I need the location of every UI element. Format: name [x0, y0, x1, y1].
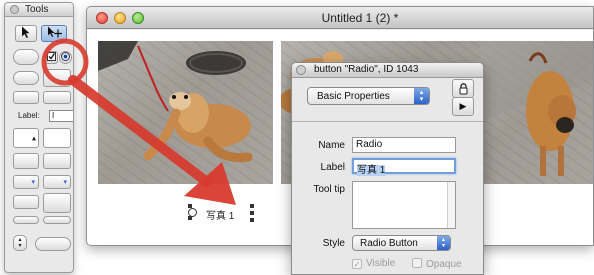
visible-label: Visible: [366, 258, 396, 269]
selection-handle[interactable]: [188, 216, 192, 220]
dog-photo-1[interactable]: [98, 41, 273, 184]
divider: [292, 121, 483, 122]
label-field[interactable]: 写真 1: [352, 158, 456, 176]
progress-bar-tool[interactable]: [13, 216, 39, 224]
opaque-checkbox[interactable]: Opaque: [412, 258, 462, 270]
inspector-close-button[interactable]: [296, 65, 306, 75]
photo-scene: [480, 41, 593, 176]
empty-checkbox-icon: [412, 258, 422, 268]
selection-handle[interactable]: [250, 204, 254, 208]
style-label: Style: [322, 238, 345, 249]
cursor-arrow-icon: [16, 26, 36, 41]
edit-tool[interactable]: [41, 25, 67, 42]
selection-handle[interactable]: [250, 211, 254, 215]
play-icon: ▶: [459, 101, 467, 111]
property-group-popup[interactable]: Basic Properties ▴ ▾: [307, 87, 430, 105]
stepper-tool[interactable]: ▴ ▾: [13, 235, 27, 251]
radio-icon: [60, 51, 71, 64]
combo-box-tool[interactable]: ▾: [43, 175, 71, 189]
style-value: Radio Button: [360, 238, 418, 249]
property-inspector: button "Radio", ID 1043 Basic Properties…: [291, 62, 484, 275]
name-field[interactable]: Radio: [352, 137, 456, 153]
slider-tool[interactable]: [43, 216, 71, 224]
updown-arrows-icon: ▴ ▾: [414, 88, 429, 104]
tools-title: Tools: [25, 4, 49, 15]
property-group-label: Basic Properties: [317, 91, 390, 102]
tooltip-textarea[interactable]: [352, 181, 456, 229]
visible-checkbox[interactable]: ✓ Visible: [352, 258, 395, 269]
name-label: Name: [318, 140, 345, 151]
rounded-button-tool[interactable]: [13, 49, 39, 65]
player-tool[interactable]: [43, 193, 71, 213]
checkbox-tool[interactable]: [45, 51, 58, 64]
square-button-tool[interactable]: [43, 69, 71, 87]
tools-close-button[interactable]: [10, 5, 19, 14]
window-titlebar[interactable]: Untitled 1 (2) *: [87, 7, 593, 29]
chevron-down-icon: ▾: [31, 179, 35, 186]
label-label: Label: [320, 162, 345, 173]
scrolling-field-tool[interactable]: ▴: [13, 128, 39, 148]
label-field-value: 写真 1: [357, 165, 386, 176]
label-tool[interactable]: Label:: [18, 111, 40, 120]
tooltip-scrollbar[interactable]: [447, 182, 455, 228]
field-tool[interactable]: [43, 91, 71, 104]
inspector-title: button "Radio", ID 1043: [314, 64, 419, 75]
bevel-button-tool[interactable]: [13, 91, 39, 104]
label-box-tool[interactable]: I: [49, 110, 73, 122]
opaque-label: Opaque: [426, 259, 462, 270]
arrow-tool[interactable]: [15, 25, 37, 42]
stepper-arrows-icon: ▴ ▾: [18, 237, 22, 249]
window-title: Untitled 1 (2) *: [321, 11, 399, 25]
play-button[interactable]: ▶: [452, 97, 474, 116]
cursor-crosshair-icon: [42, 26, 66, 41]
scrollbar-glyph: ▴: [31, 133, 36, 143]
checkbox-icon: [46, 51, 57, 64]
selection-handle[interactable]: [250, 218, 254, 222]
tooltip-label: Tool tip: [313, 184, 345, 195]
dog-photo-3[interactable]: [480, 41, 593, 184]
table-tool[interactable]: [13, 153, 39, 169]
inspector-titlebar[interactable]: button "Radio", ID 1043: [292, 63, 483, 78]
canvas-radio-button[interactable]: [187, 205, 201, 220]
updown-arrows-icon: ▴ ▾: [437, 236, 450, 250]
lock-button[interactable]: [452, 79, 474, 98]
style-popup[interactable]: Radio Button ▴ ▾: [352, 235, 451, 251]
checkmark-icon: ✓: [352, 259, 362, 269]
image-tool[interactable]: [13, 195, 39, 209]
canvas-radio-label: 写真 1: [206, 211, 235, 222]
round-slider-tool[interactable]: [35, 237, 71, 251]
tools-titlebar[interactable]: Tools: [5, 3, 73, 17]
lock-icon: [459, 83, 467, 95]
option-menu-tool[interactable]: ▾: [13, 175, 39, 189]
chevron-down-icon: ▾: [63, 179, 67, 186]
radio-tool[interactable]: [59, 51, 72, 64]
pill-button-tool[interactable]: [13, 71, 39, 85]
tools-palette: Tools Label: I ▴ ▾ ▾ ▴ ▾: [4, 2, 74, 273]
photo-scene: [98, 41, 253, 163]
list-field-tool[interactable]: [43, 128, 71, 148]
scrollbar-tool[interactable]: [43, 153, 71, 169]
